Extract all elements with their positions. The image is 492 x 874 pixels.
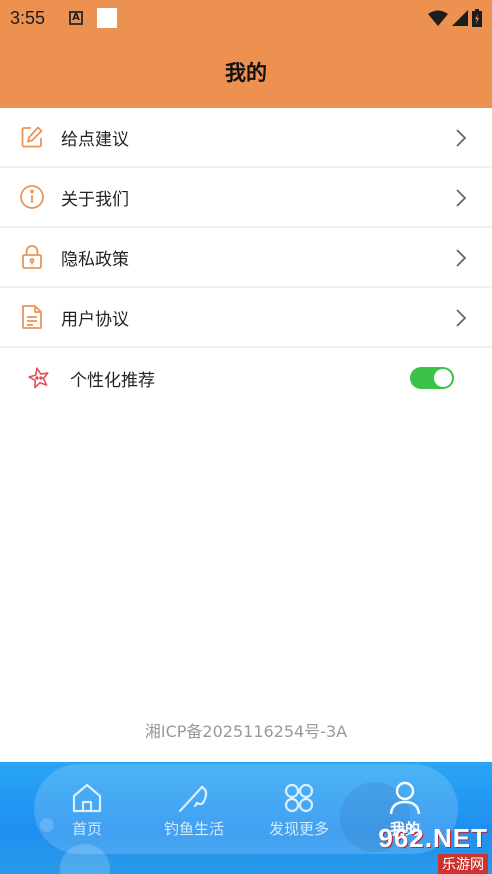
edit-icon	[19, 124, 45, 150]
signal-icon	[452, 10, 468, 26]
menu-item-personalized-recommendation: 个性化推荐	[0, 348, 492, 408]
chevron-right-icon	[456, 189, 467, 207]
menu-item-feedback[interactable]: 给点建议	[0, 108, 492, 168]
icp-record[interactable]: 湘ICP备2025116254号-3A	[0, 718, 492, 742]
tab-label: 首页	[71, 820, 102, 838]
menu-item-label: 用户协议	[61, 309, 129, 330]
status-time: 3:55	[10, 7, 46, 28]
info-icon	[19, 184, 45, 210]
status-bar: 3:55 A	[0, 0, 492, 36]
tab-fishing-life[interactable]: 钓鱼生活	[154, 780, 234, 839]
tab-label: 发现更多	[268, 820, 329, 838]
watermark-tagline: 乐游网	[438, 853, 488, 874]
wifi-icon	[428, 10, 448, 26]
tab-label: 钓鱼生活	[163, 820, 224, 838]
bottom-tab-bar: 首页 钓鱼生活 发现更多 我的 962.NET 乐游网	[0, 762, 492, 874]
menu-item-about[interactable]: 关于我们	[0, 168, 492, 228]
user-icon	[389, 781, 421, 815]
tab-home[interactable]: 首页	[47, 780, 127, 839]
chevron-right-icon	[456, 309, 467, 327]
app-header: 我的	[0, 36, 492, 108]
menu-item-label: 关于我们	[61, 189, 129, 210]
star-icon	[26, 365, 52, 391]
menu-item-label: 给点建议	[61, 129, 129, 150]
toggle-knob	[434, 369, 452, 387]
page-title: 我的	[225, 61, 267, 85]
home-icon	[72, 783, 102, 813]
fishing-icon	[178, 785, 208, 813]
menu-item-label: 个性化推荐	[70, 370, 155, 391]
menu-item-label: 隐私政策	[61, 249, 129, 270]
grid-icon	[284, 783, 314, 813]
chevron-right-icon	[456, 129, 467, 147]
lock-icon	[19, 244, 45, 270]
settings-menu: 给点建议 关于我们 隐私政策 用户协议 个性化推荐	[0, 108, 492, 408]
site-watermark: 962.NET 乐游网	[352, 822, 488, 874]
menu-item-user-agreement[interactable]: 用户协议	[0, 288, 492, 348]
tab-discover-more[interactable]: 发现更多	[259, 780, 339, 839]
notification-blank-icon	[97, 8, 118, 28]
document-icon	[19, 304, 45, 330]
watermark-brand: 962.NET	[378, 822, 488, 853]
notification-a-icon: A	[69, 11, 84, 25]
menu-item-privacy[interactable]: 隐私政策	[0, 228, 492, 288]
chevron-right-icon	[456, 249, 467, 267]
battery-icon	[472, 9, 482, 27]
personalized-recommendation-toggle[interactable]	[410, 367, 454, 389]
status-indicators	[428, 9, 482, 27]
